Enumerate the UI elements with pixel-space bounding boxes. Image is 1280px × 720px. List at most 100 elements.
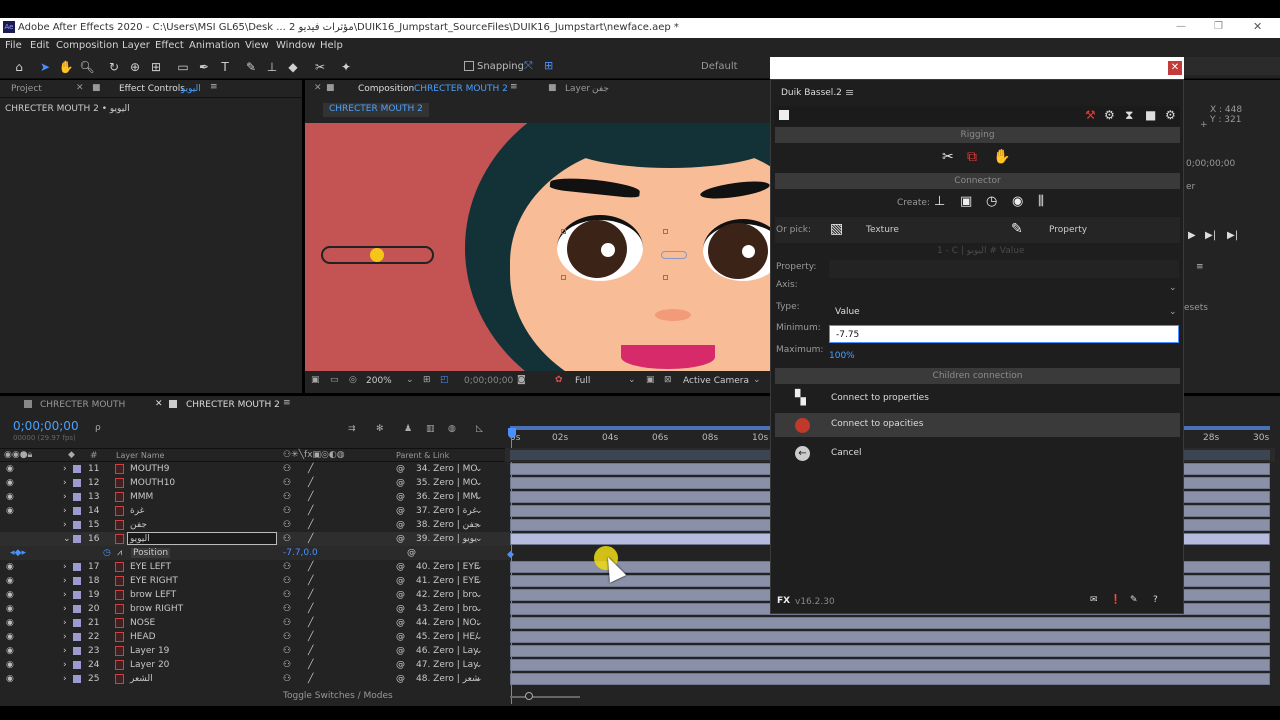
snapping-checkbox[interactable] [464,61,474,71]
parent-dropdown[interactable]: 43. Zero | bro [416,604,477,614]
last-frame-icon[interactable]: ▶| [1227,230,1238,241]
texture-pick-icon[interactable]: ▧ [830,221,843,237]
help-icon[interactable]: ? [1153,595,1158,605]
anchor-point-icon[interactable] [661,251,687,259]
chevron-down-icon[interactable]: ⌄ [475,520,483,530]
connect-to-properties-button[interactable]: ▚ Connect to properties [775,387,1180,411]
slider-create-icon[interactable]: ⊥ [934,194,945,209]
pickwhip-icon[interactable]: @ [396,492,405,502]
menu-layer[interactable]: Layer [122,40,150,51]
shy-switch-icon[interactable]: ⚇ [283,618,291,628]
quality-switch-icon[interactable]: ╱ [308,464,313,474]
chevron-down-icon[interactable]: ⌄ [475,590,483,600]
shy-switch-icon[interactable]: ⚇ [283,660,291,670]
label-color-swatch[interactable] [73,479,81,487]
rotation-icon[interactable]: ◉ [1012,194,1023,209]
chevron-down-icon[interactable]: ⌄ [475,478,483,488]
timeline-tool-icon[interactable]: ♟ [404,424,412,434]
layer-name[interactable]: HEAD [130,632,156,642]
pen-tool-icon[interactable]: ✒ [196,59,212,75]
layer-name[interactable]: جفن [130,520,147,530]
shy-switch-icon[interactable]: ⚇ [283,576,291,586]
selection-handle[interactable] [561,229,566,234]
layer-duration-bar[interactable] [510,617,1270,629]
maximum-value[interactable]: 100% [829,351,855,361]
chevron-down-icon[interactable]: ⌄ [475,660,483,670]
expand-arrow[interactable]: › [63,604,67,614]
texture-pick-button[interactable]: Texture [866,225,899,235]
tab-chrecter-mouth-2[interactable]: CHRECTER MOUTH 2 [186,400,280,410]
label-color-swatch[interactable] [73,675,81,683]
toggle-switches-modes[interactable]: Toggle Switches / Modes [283,691,393,701]
keyframe-nav-icon[interactable]: ◂◆▸ [10,548,26,558]
restore-button[interactable]: ❐ [1214,21,1223,32]
label-color-swatch[interactable] [73,661,81,669]
label-color-swatch[interactable] [73,521,81,529]
shy-switch-icon[interactable]: ⚇ [283,492,291,502]
layer-row[interactable]: › 15 جفن ⚇ ╱ @38. Zero | جفن ⌄ [0,518,510,532]
tab-close-icon[interactable]: ✕ [155,399,163,409]
snapshot-icon[interactable]: ◙ [517,375,526,385]
selection-tool-icon[interactable]: ➤ [37,59,53,75]
comp-lock-icon[interactable]: ■ [326,83,335,93]
layer-name[interactable]: brow LEFT [130,590,176,600]
panel-menu-icon[interactable]: ≡ [1196,262,1204,272]
property-field[interactable] [829,260,1179,278]
layer-name[interactable]: EYE RIGHT [130,576,178,586]
shy-switch-icon[interactable]: ⚇ [283,632,291,642]
tab-composition-name[interactable]: CHRECTER MOUTH 2 [414,84,508,94]
transparency-icon[interactable]: ◰ [440,375,449,385]
layer-duration-bar[interactable] [510,645,1270,657]
quality-switch-icon[interactable]: ╱ [308,674,313,684]
playhead[interactable] [508,428,516,438]
pickwhip-icon[interactable]: @ [396,478,405,488]
quality-switch-icon[interactable]: ╱ [308,590,313,600]
eye-icon[interactable]: ◉ [6,646,14,656]
layer-row[interactable]: ◉ › 25 الشعر ⚇ ╱ @48. Zero | شعر ⌄ [0,672,510,686]
shy-switch-icon[interactable]: ⚇ [283,506,291,516]
menu-effect[interactable]: Effect [155,40,184,51]
pickwhip-icon[interactable]: @ [396,674,405,684]
layer-row[interactable]: ◉ › 11 MOUTH9 ⚇ ╱ @34. Zero | MO ⌄ [0,462,510,476]
collapse-arrow[interactable]: ⌄ [63,534,71,544]
parent-dropdown[interactable]: 34. Zero | MO [416,464,478,474]
menu-help[interactable]: Help [320,40,343,51]
eye-icon[interactable]: ◉ [6,632,14,642]
selection-handle[interactable] [663,229,668,234]
chevron-down-icon[interactable]: ⌄ [753,375,761,385]
pickwhip-icon[interactable]: @ [396,506,405,516]
parent-dropdown[interactable]: 36. Zero | MM [416,492,478,502]
zoom-slider-knob[interactable] [525,692,533,700]
shy-switch-icon[interactable]: ⚇ [283,604,291,614]
duik-logo-icon[interactable] [779,110,789,120]
pickwhip-icon[interactable]: @ [396,464,405,474]
roto-brush-tool-icon[interactable]: ✂ [312,59,328,75]
mask-icon[interactable]: ◎ [349,375,357,385]
eye-icon[interactable]: ◉ [6,576,14,586]
parent-dropdown[interactable]: 41. Zero | EYE [416,576,480,586]
panel-menu-icon[interactable]: ≡ [283,398,291,408]
camera-tool-icon[interactable]: ⊕ [127,59,143,75]
zoom-tool-icon[interactable]: 🔍︎ [79,59,95,75]
quality-switch-icon[interactable]: ╱ [308,534,313,544]
eraser-tool-icon[interactable]: ◆ [285,59,301,75]
wrench-icon[interactable]: ✎ [1130,595,1138,605]
bone-tool-icon[interactable]: ✂ [942,149,954,165]
camera-icon[interactable]: ■ [1145,108,1156,122]
pickwhip-icon[interactable]: @ [396,646,405,656]
layer-duration-bar[interactable] [510,631,1270,643]
layer-row[interactable]: ◉ › 20 brow RIGHT ⚇ ╱ @43. Zero | bro ⌄ [0,602,510,616]
property-row-position[interactable]: ◂◆▸ ◷ ⩘ Position -7.7,0.0 @ [0,546,510,560]
property-pick-icon[interactable]: ✎ [1011,221,1023,237]
graph-icon[interactable]: ⩘ [117,548,122,558]
search-icon[interactable]: ρ [95,423,101,433]
quality-switch-icon[interactable]: ╱ [308,478,313,488]
quality-switch-icon[interactable]: ╱ [308,646,313,656]
settings-icon[interactable]: ⚙ [1104,108,1115,122]
shy-switch-icon[interactable]: ⚇ [283,520,291,530]
tab-effect-controls[interactable]: Effect Controls [119,84,185,94]
comp-viewer[interactable] [305,123,770,371]
color-channel-icon[interactable]: ✿ [555,375,563,385]
pickwhip-icon[interactable]: @ [396,604,405,614]
layer-name[interactable]: اليويو [130,534,150,544]
